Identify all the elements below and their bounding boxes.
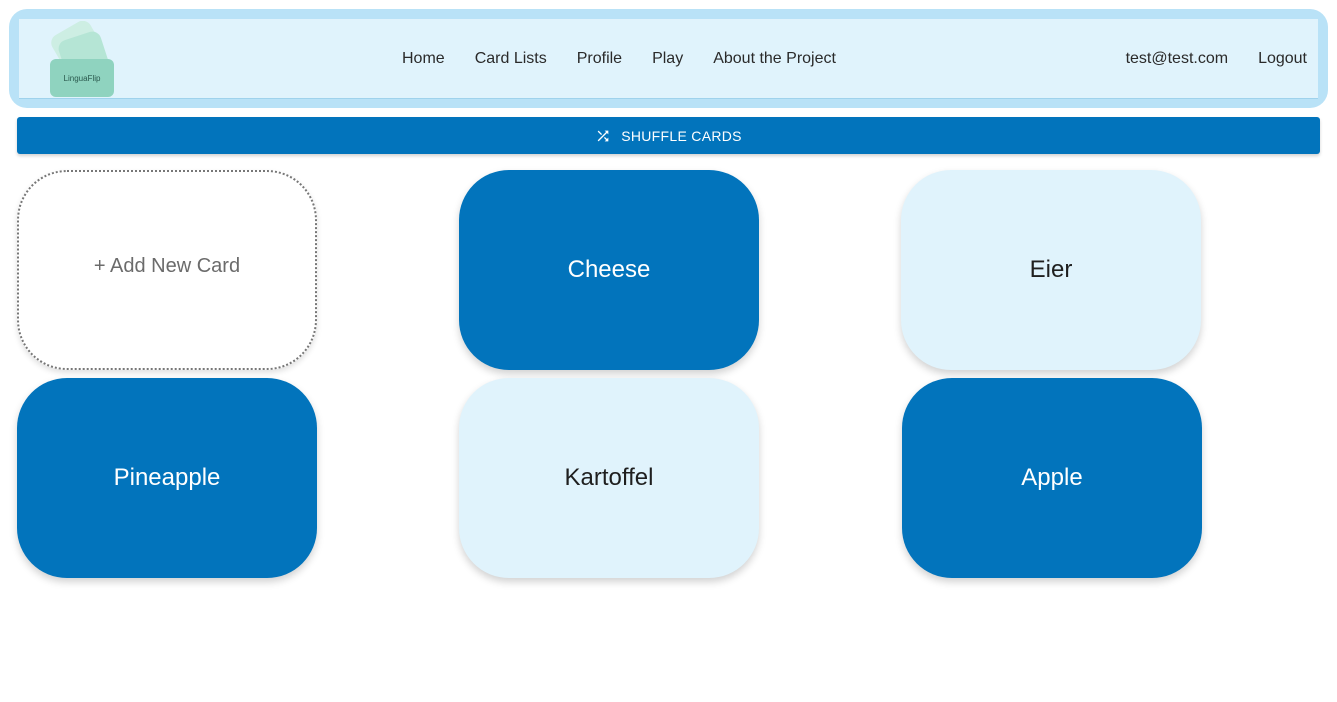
nav-card-lists[interactable]: Card Lists [475,50,547,68]
navbar-inner: LinguaFlip Home Card Lists Profile Play … [19,19,1318,99]
logo-icon: LinguaFlip [50,21,114,97]
user-email: test@test.com [1125,50,1229,67]
navbar: LinguaFlip Home Card Lists Profile Play … [9,9,1328,108]
flashcard-label: Cheese [567,256,651,283]
nav-home[interactable]: Home [402,50,445,68]
flashcard[interactable]: Pineapple [17,378,317,578]
flashcard[interactable]: Kartoffel [459,378,759,578]
nav-profile[interactable]: Profile [577,50,622,68]
nav-play[interactable]: Play [652,50,683,68]
shuffle-label: SHUFFLE CARDS [621,127,742,144]
flashcard[interactable]: Apple [902,378,1202,578]
logout-link[interactable]: Logout [1258,50,1307,68]
logo-text: LinguaFlip [64,74,101,83]
flashcard-label: Pineapple [113,464,221,491]
flashcard-label: Eier [1029,256,1073,283]
add-new-card-label: + Add New Card [93,254,241,277]
flashcard[interactable]: Eier [901,170,1201,370]
nav-links: Home Card Lists Profile Play About the P… [402,19,866,99]
linguaflip-logo[interactable]: LinguaFlip [46,21,118,97]
shuffle-cards-button[interactable]: SHUFFLE CARDS [17,117,1320,154]
add-new-card[interactable]: + Add New Card [17,170,317,370]
flashcard[interactable]: Cheese [459,170,759,370]
nav-user-area: test@test.com Logout [1126,19,1307,99]
flashcard-label: Kartoffel [564,464,654,491]
flashcard-label: Apple [1021,464,1083,491]
shuffle-icon [595,128,611,144]
nav-about-the-project[interactable]: About the Project [713,50,836,68]
